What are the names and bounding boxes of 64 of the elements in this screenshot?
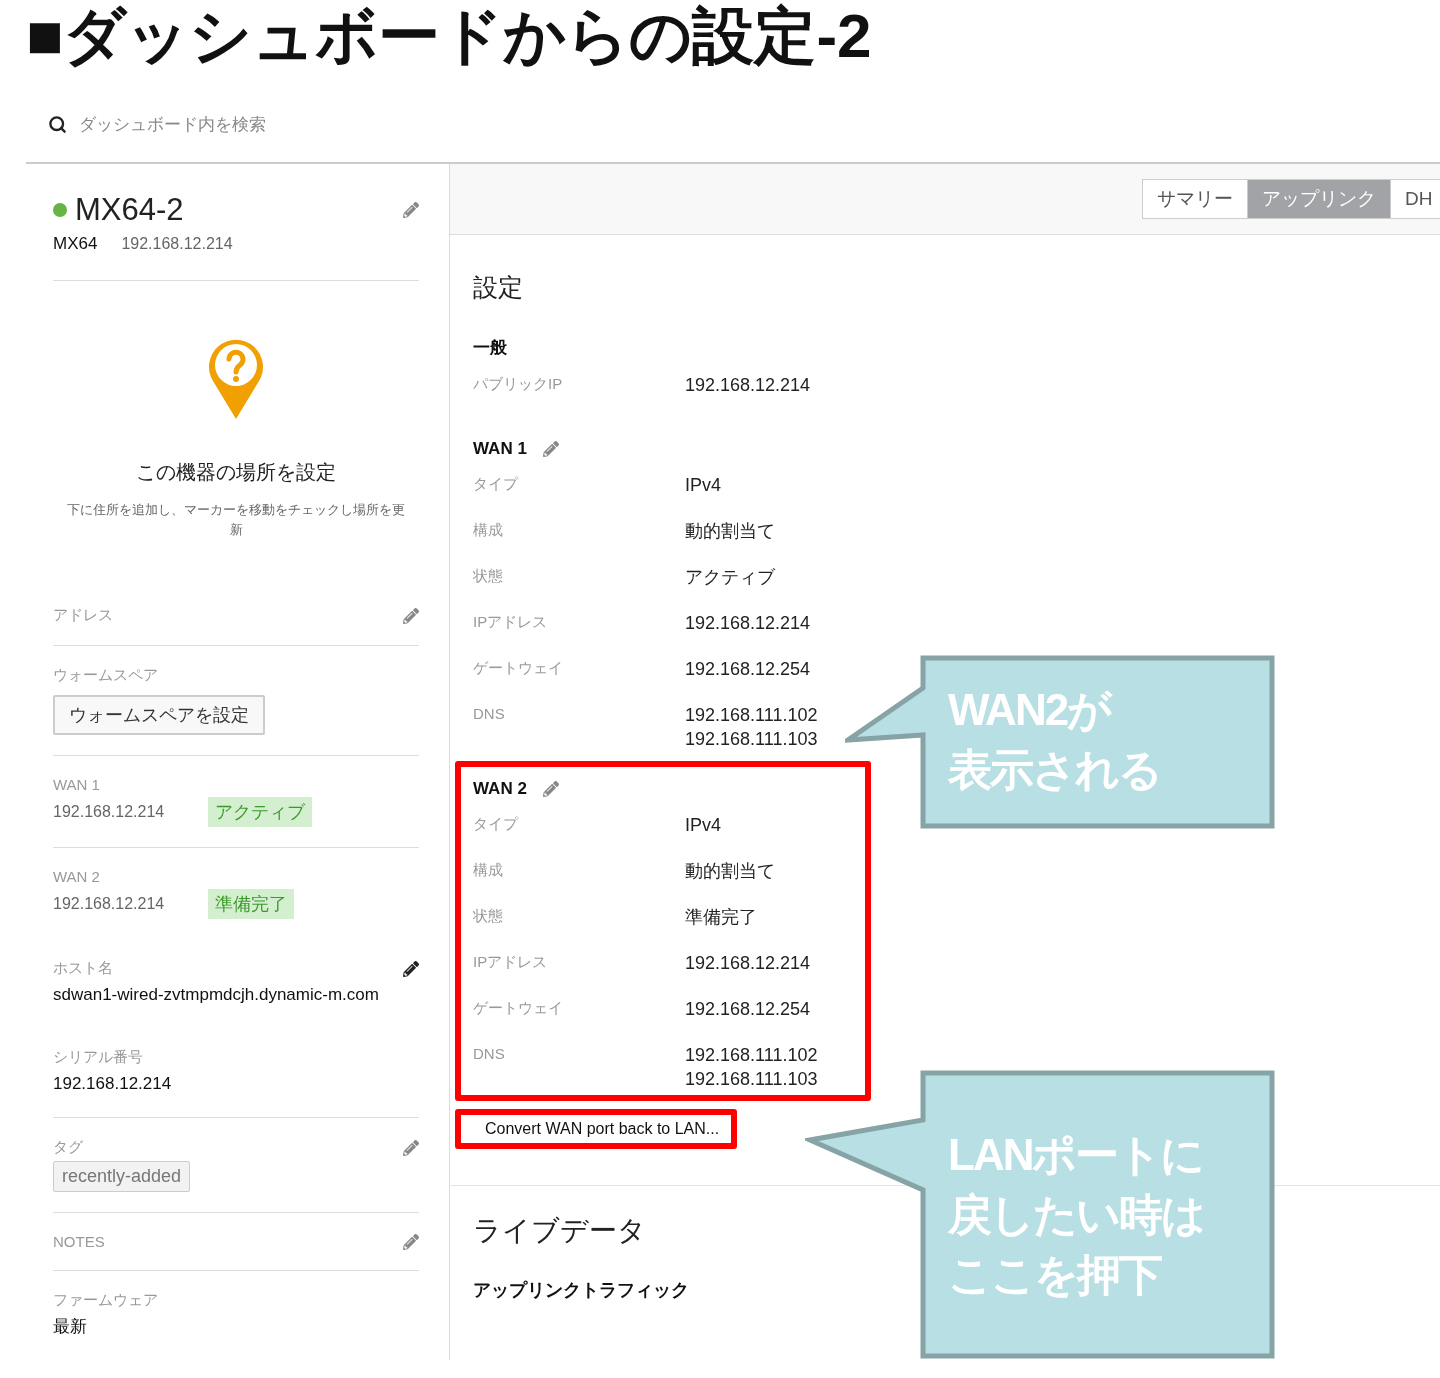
subsection-heading: 一般	[473, 337, 507, 359]
field-value: 最新	[53, 1316, 88, 1338]
search-icon	[48, 114, 67, 134]
field-label: NOTES	[53, 1233, 105, 1250]
setting-value: 192.168.12.214	[685, 374, 811, 397]
setting-label: 状態	[473, 906, 504, 926]
setting-label: 構成	[473, 860, 504, 880]
field-label: シリアル番号	[53, 1048, 143, 1067]
page-title: ■ダッシュボードからの設定-2	[26, 0, 873, 72]
setting-value: 192.168.111.103	[685, 728, 818, 751]
device-model: MX64	[53, 234, 98, 254]
setting-label: タイプ	[473, 474, 520, 494]
field-label: WAN 1	[53, 776, 100, 793]
ip-address: 192.168.12.214	[121, 235, 233, 253]
setting-value: IPv4	[685, 814, 722, 837]
ip-address: 192.168.12.214	[53, 803, 166, 821]
field-value: sdwan1-wired-zvtmpmdcjh.dynamic-m.com	[53, 984, 380, 1006]
subsection-heading: アップリンクトラフィック	[473, 1279, 689, 1302]
setting-value: 動的割当て	[685, 860, 775, 883]
field-label: ファームウェア	[53, 1291, 158, 1310]
setting-value: 準備完了	[685, 906, 757, 929]
setting-value: 192.168.12.214	[685, 952, 811, 975]
tag-chip[interactable]: recently-added	[53, 1161, 191, 1192]
warm-spare-button[interactable]: ウォームスペアを設定	[53, 695, 265, 735]
field-value: 192.168.12.214	[53, 1073, 173, 1095]
setting-value: アクティブ	[685, 566, 775, 589]
search-field[interactable]: ダッシュボード内を検索	[79, 112, 266, 136]
convert-button[interactable]: Convert WAN port back to LAN...	[455, 1109, 738, 1149]
setting-value: 192.168.111.103	[685, 1068, 818, 1091]
location-description: 下に住所を追加し、マーカーを移動をチェックし場所を更新	[66, 501, 406, 539]
setting-label: DNS	[473, 704, 506, 722]
setting-label: DNS	[473, 1044, 506, 1062]
status-badge: 準備完了	[208, 889, 294, 919]
setting-value: 192.168.12.214	[685, 612, 811, 635]
subsection-heading: WAN 2	[473, 779, 527, 799]
status-badge: アクティブ	[208, 797, 312, 827]
setting-value: 192.168.111.102	[685, 1044, 818, 1067]
setting-label: IPアドレス	[473, 612, 549, 632]
setting-label: ゲートウェイ	[473, 998, 564, 1018]
field-label: タグ	[53, 1138, 83, 1157]
field-label: ウォームスペア	[53, 666, 158, 685]
callout-text: WAN2が 表示される	[948, 684, 1161, 796]
setting-label: ゲートウェイ	[473, 658, 564, 678]
field-label: WAN 2	[53, 868, 100, 885]
setting-value: 192.168.12.254	[685, 658, 811, 681]
device-name: MX64-2	[75, 192, 185, 228]
location-title: この機器の場所を設定	[136, 460, 336, 485]
setting-label: IPアドレス	[473, 952, 549, 972]
setting-label: パブリックIP	[473, 374, 564, 394]
setting-value: 192.168.12.254	[685, 998, 811, 1021]
setting-value: IPv4	[685, 474, 722, 497]
setting-value: 192.168.111.102	[685, 704, 818, 727]
setting-value: 動的割当て	[685, 520, 775, 543]
callout-text: LANポートに 戻したい時は ここを押下	[948, 1129, 1204, 1301]
setting-label: 状態	[473, 566, 504, 586]
field-label: アドレス	[53, 606, 113, 625]
section-heading: ライブデータ	[473, 1214, 646, 1248]
setting-label: タイプ	[473, 814, 520, 834]
field-label: ホスト名	[53, 959, 113, 978]
edit-icon[interactable]	[403, 960, 419, 977]
ip-address: 192.168.12.214	[53, 895, 166, 913]
setting-label: 構成	[473, 520, 504, 540]
subsection-heading: WAN 1	[473, 439, 527, 459]
section-heading: 設定	[473, 272, 523, 303]
